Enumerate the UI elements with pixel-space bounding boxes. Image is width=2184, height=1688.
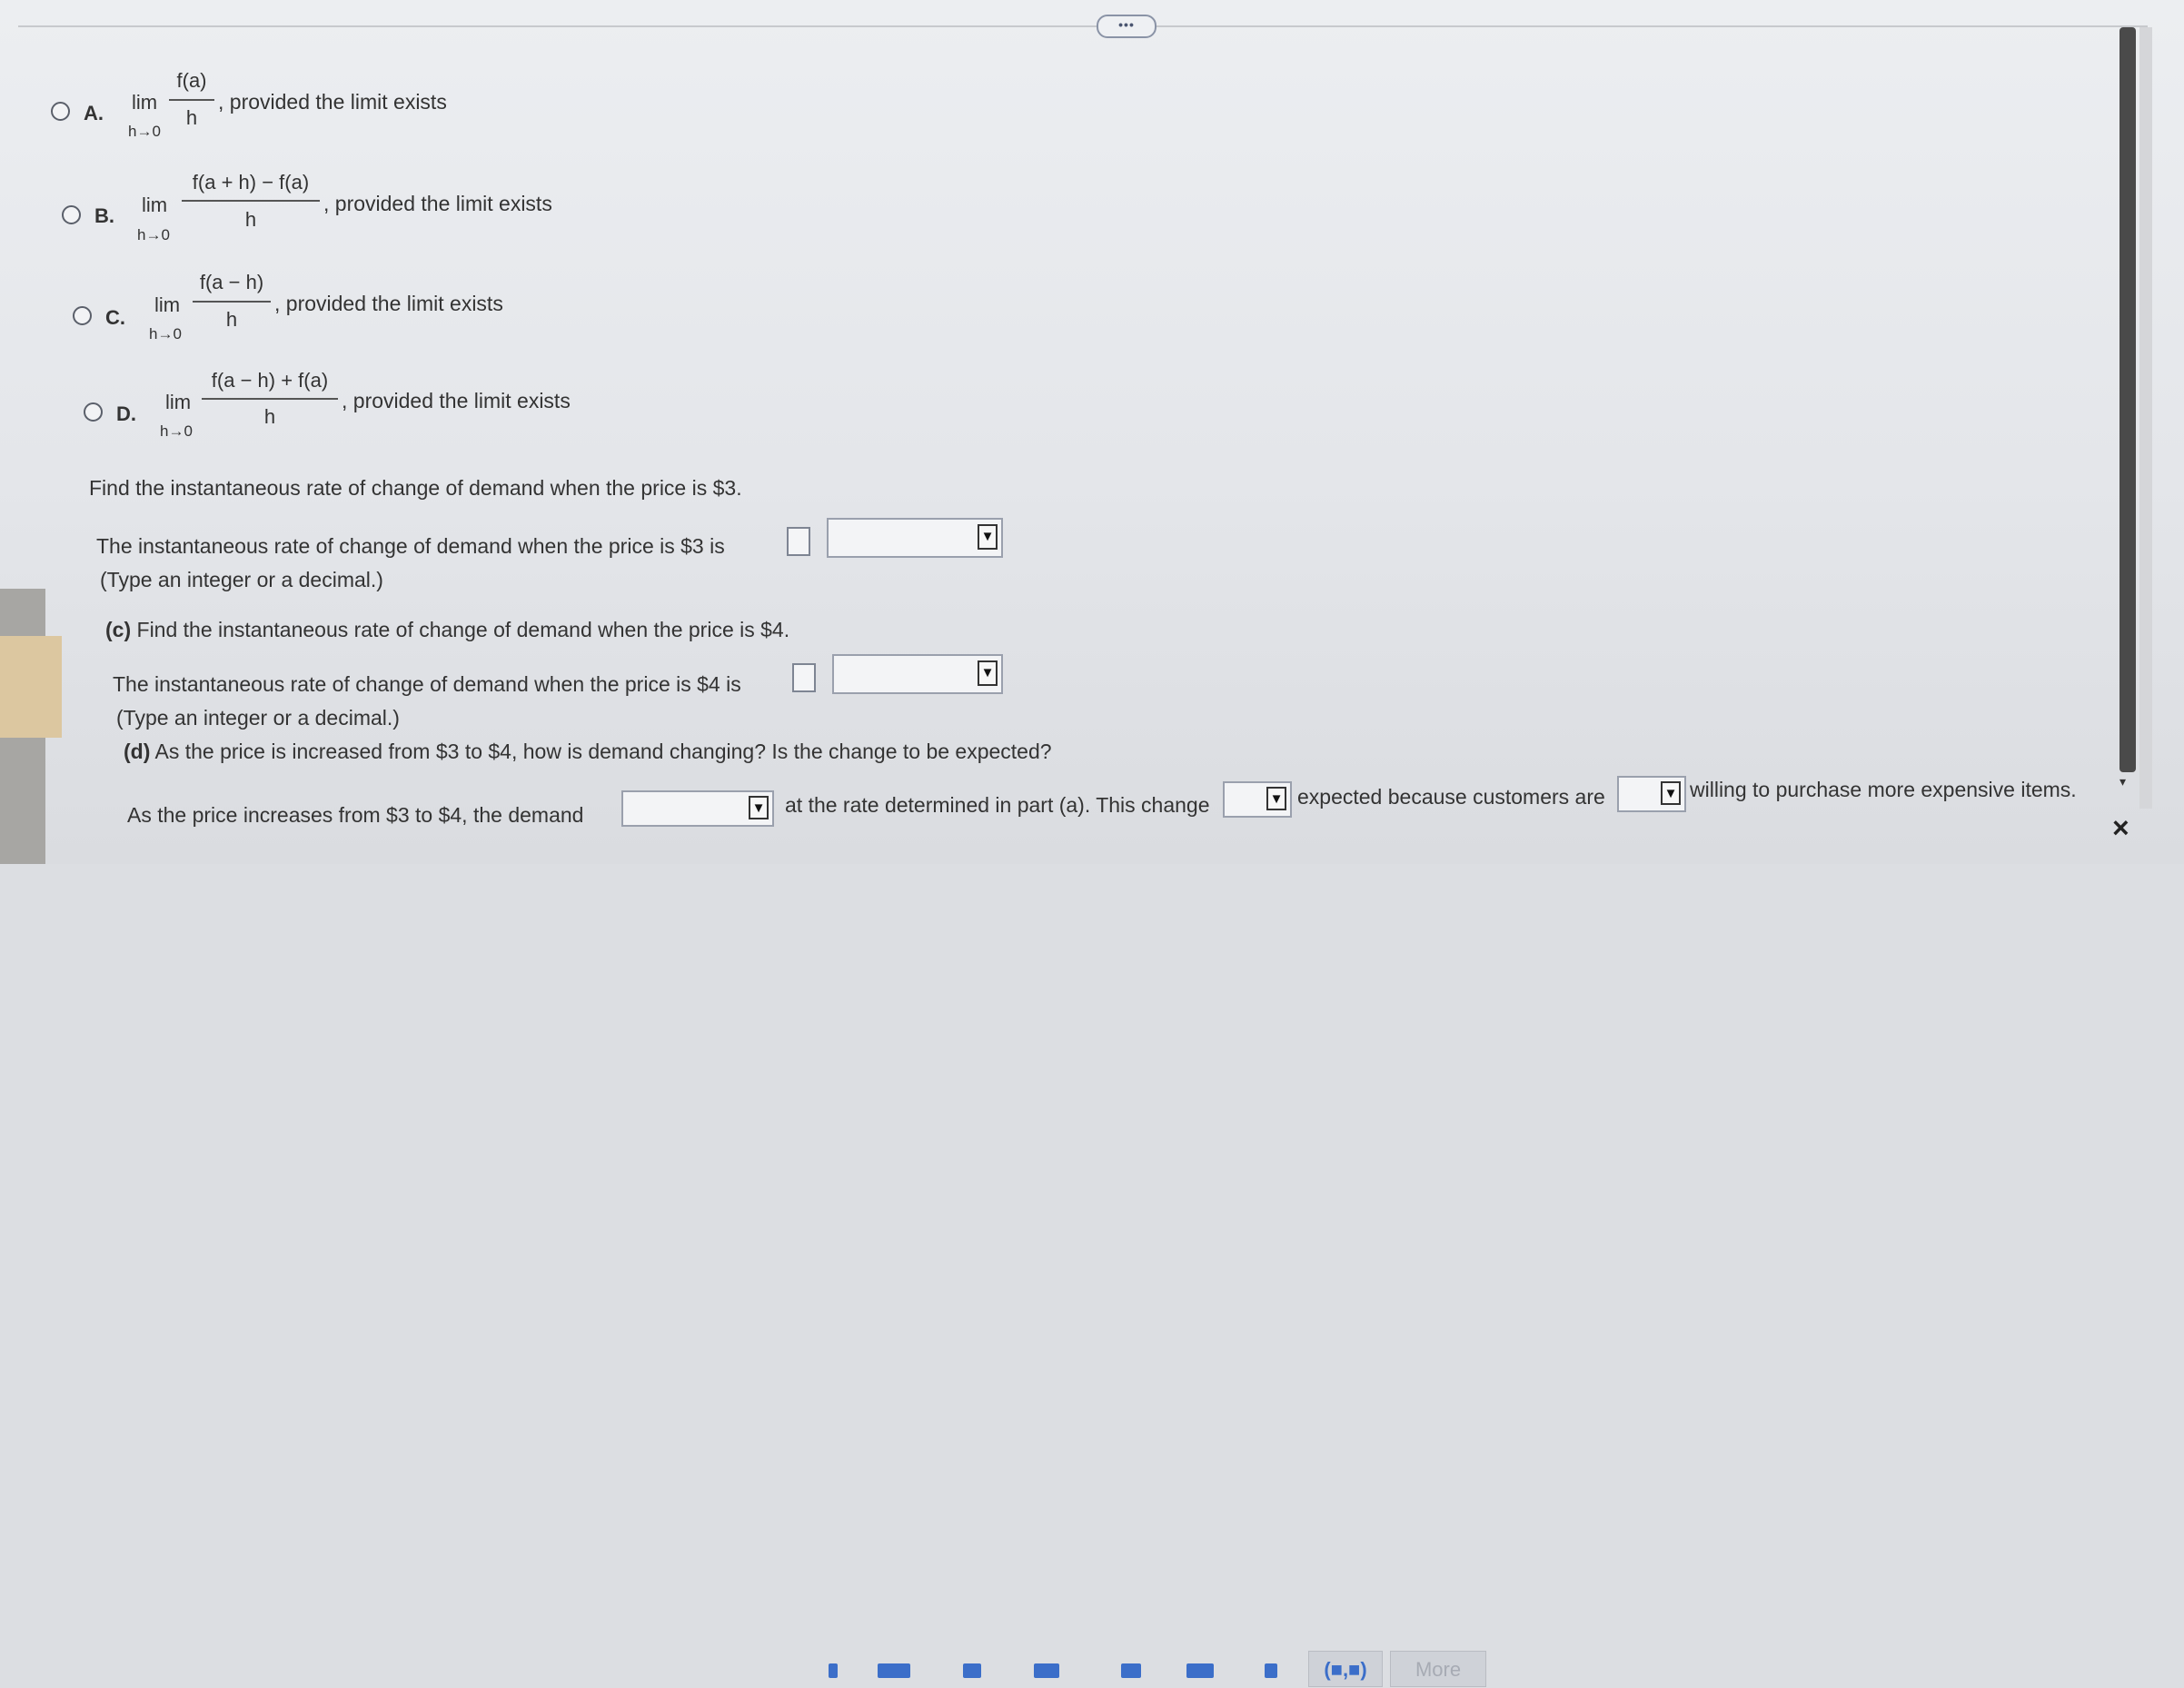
option-b-text: , provided the limit exists <box>323 192 552 215</box>
option-c-letter: C. <box>105 306 125 329</box>
part-c-prompt: (c) Find the instantaneous rate of chang… <box>105 618 789 642</box>
chevron-down-icon[interactable]: ▼ <box>749 796 769 819</box>
chevron-down-icon[interactable]: ▼ <box>978 524 998 550</box>
option-a-letter: A. <box>84 102 104 124</box>
part-d-label: (d) <box>124 740 151 763</box>
chevron-down-icon[interactable]: ▼ <box>1661 781 1681 805</box>
option-b-numerator: f(a + h) − f(a) <box>192 171 310 194</box>
part-c-answer-label: The instantaneous rate of change of dema… <box>113 672 741 696</box>
part-b-prompt: Find the instantaneous rate of change of… <box>89 476 742 500</box>
square-root-icon[interactable] <box>1121 1663 1141 1678</box>
question-page: ••• A. lim h→0 f(a) h , provided the lim… <box>0 0 2184 1687</box>
part-c-unit-dropdown[interactable]: ▼ <box>832 654 1003 694</box>
interval-notation-icon[interactable]: (■,■) <box>1308 1651 1383 1687</box>
part-c-answer-input[interactable] <box>792 663 816 692</box>
part-c-label: (c) <box>105 618 132 641</box>
left-tab[interactable] <box>0 636 62 738</box>
option-b-letter: B. <box>94 204 114 227</box>
option-c-text: , provided the limit exists <box>274 292 503 315</box>
option-d-sub: h→0 <box>160 422 193 440</box>
option-d-letter: D. <box>116 402 136 425</box>
option-d-fraction-bar <box>202 398 338 400</box>
option-d-numerator: f(a − h) + f(a) <box>211 369 329 392</box>
option-c-radio[interactable] <box>73 306 92 325</box>
scrollbar-thumb[interactable] <box>2119 27 2136 772</box>
option-a-numerator: f(a) <box>176 69 207 92</box>
option-b-fraction-bar <box>182 200 320 202</box>
demand-change-dropdown[interactable]: ▼ <box>621 790 774 827</box>
absolute-value-icon[interactable] <box>1034 1663 1059 1678</box>
option-b-lim: lim <box>142 194 168 216</box>
option-c-fraction-bar <box>193 301 271 303</box>
exponent-icon[interactable] <box>963 1663 981 1678</box>
option-d-radio[interactable] <box>84 402 103 422</box>
option-a-text: , provided the limit exists <box>218 90 447 114</box>
option-a-fraction-bar <box>169 99 214 101</box>
fraction-icon[interactable] <box>829 1663 838 1678</box>
mixed-number-icon[interactable] <box>878 1663 910 1678</box>
willing-dropdown[interactable]: ▼ <box>1617 776 1686 812</box>
scrollbar-track[interactable] <box>2139 27 2152 809</box>
option-b-sub: h→0 <box>137 226 170 243</box>
option-a-denominator: h <box>185 106 198 129</box>
part-d-prompt: (d) As the price is increased from $3 to… <box>124 740 1052 764</box>
option-c-lim: lim <box>154 293 181 316</box>
part-b-hint: (Type an integer or a decimal.) <box>100 568 383 591</box>
decimal-icon[interactable] <box>1265 1663 1277 1678</box>
part-b-answer-label: The instantaneous rate of change of dema… <box>96 534 725 558</box>
expand-more-button[interactable]: ••• <box>1097 15 1157 38</box>
part-d-sentence-4: willing to purchase more expensive items… <box>1690 778 2077 801</box>
part-b-answer-input[interactable] <box>787 527 810 556</box>
part-b-unit-dropdown[interactable]: ▼ <box>827 518 1003 558</box>
option-c-sub: h→0 <box>149 325 182 343</box>
option-d-denominator: h <box>263 405 276 428</box>
option-d-text: , provided the limit exists <box>342 389 571 412</box>
option-b-radio[interactable] <box>62 205 81 224</box>
option-d-lim: lim <box>165 391 192 413</box>
expected-dropdown[interactable]: ▼ <box>1223 781 1292 818</box>
part-c-hint: (Type an integer or a decimal.) <box>116 706 400 730</box>
option-c-numerator: f(a − h) <box>199 271 264 293</box>
scroll-down-icon[interactable]: ▾ <box>2119 774 2126 789</box>
part-d-sentence-3: expected because customers are <box>1297 785 1605 809</box>
option-c-denominator: h <box>225 308 238 331</box>
option-b-denominator: h <box>244 208 257 231</box>
option-a-radio[interactable] <box>51 102 70 121</box>
chevron-down-icon[interactable]: ▼ <box>978 660 998 686</box>
more-button[interactable]: More <box>1390 1651 1486 1687</box>
chevron-down-icon[interactable]: ▼ <box>1266 787 1286 810</box>
option-a-lim: lim <box>132 91 158 114</box>
part-c-prompt-text: Find the instantaneous rate of change of… <box>136 618 790 641</box>
part-d-prompt-text: As the price is increased from $3 to $4,… <box>154 740 1052 763</box>
option-a-sub: h→0 <box>128 123 161 140</box>
part-d-sentence-2: at the rate determined in part (a). This… <box>785 793 1210 817</box>
top-divider <box>18 25 2148 27</box>
math-toolbar: (■,■) More <box>0 822 2184 1687</box>
nth-root-icon[interactable] <box>1186 1663 1214 1678</box>
